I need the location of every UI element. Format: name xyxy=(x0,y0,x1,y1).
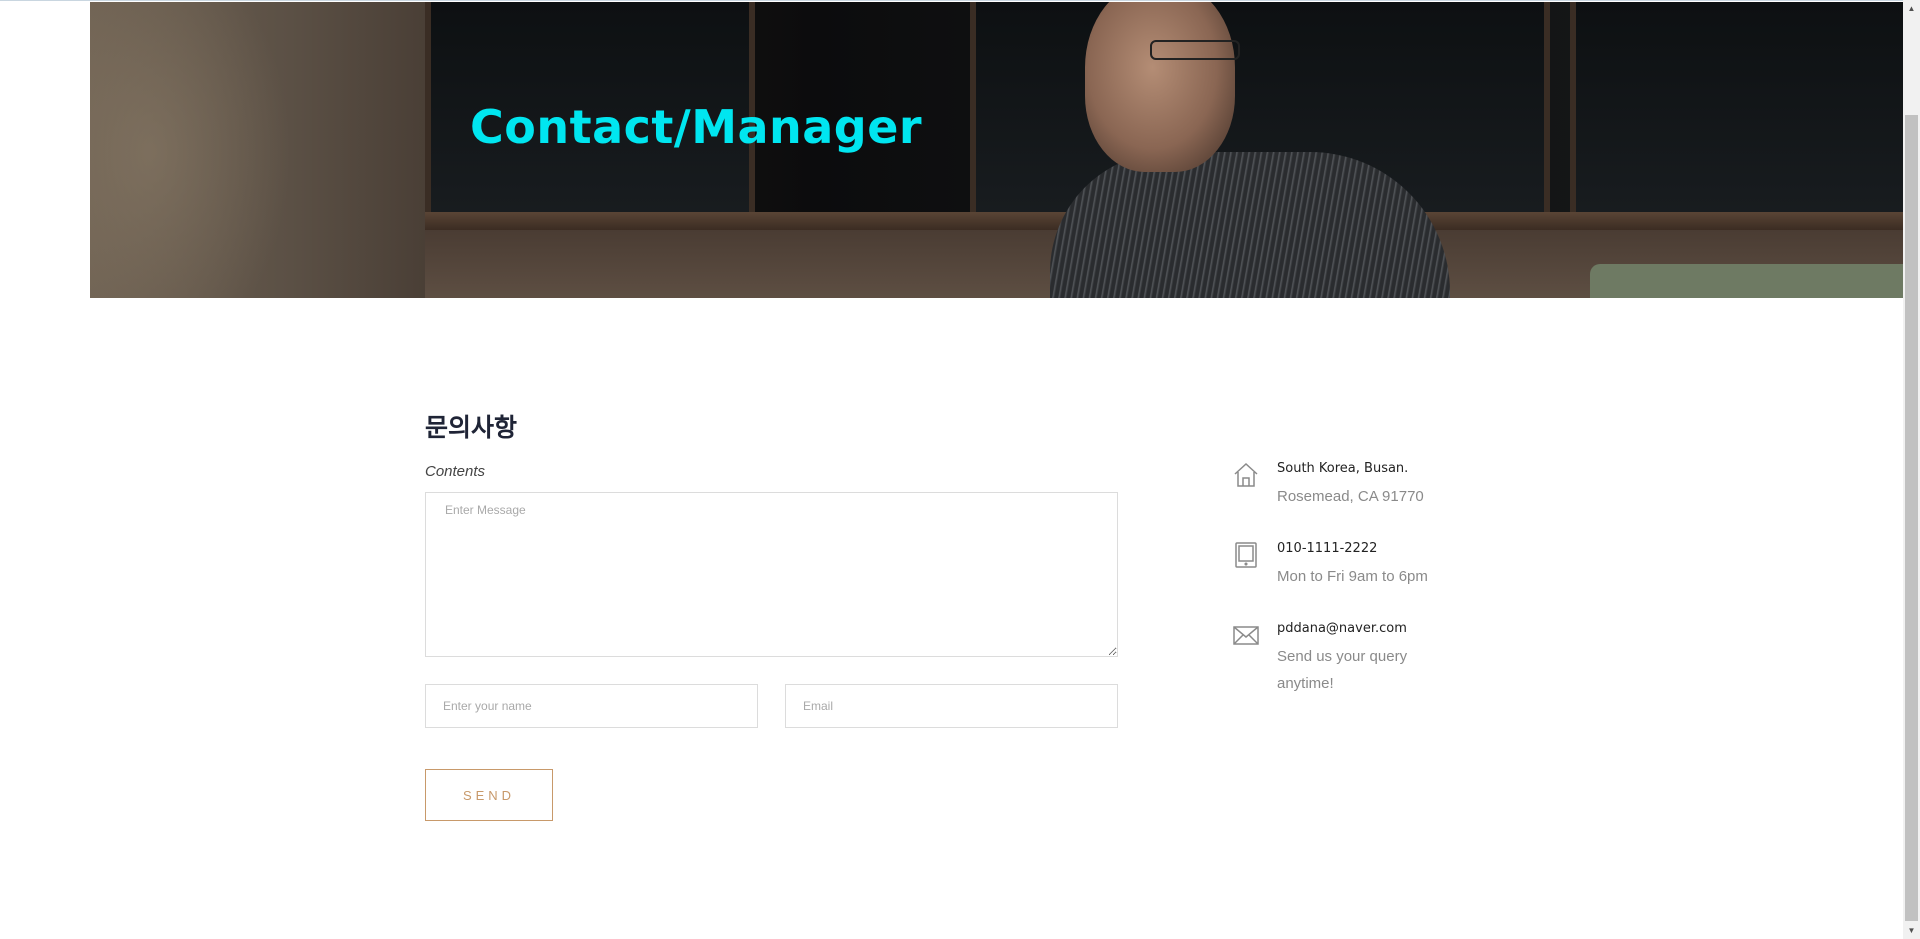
hero-banner xyxy=(90,2,1903,298)
send-button[interactable]: SEND xyxy=(425,769,553,821)
email-icon xyxy=(1232,621,1260,649)
home-icon xyxy=(1232,461,1260,489)
vertical-scrollbar[interactable]: ▲ ▼ xyxy=(1903,0,1920,939)
scroll-down-icon[interactable]: ▼ xyxy=(1903,922,1920,939)
address-title: South Korea, Busan. xyxy=(1277,461,1409,476)
scroll-up-icon[interactable]: ▲ xyxy=(1903,0,1920,17)
address-subtitle: Rosemead, CA 91770 xyxy=(1277,488,1424,505)
name-input[interactable] xyxy=(425,684,758,728)
email-input[interactable] xyxy=(785,684,1118,728)
hero-person-head xyxy=(1085,2,1235,172)
hero-sofa xyxy=(1590,264,1903,298)
contents-label: Contents xyxy=(425,463,486,480)
scroll-thumb[interactable] xyxy=(1905,115,1918,921)
hero-window-right xyxy=(1570,2,1903,218)
message-textarea[interactable] xyxy=(425,492,1118,657)
tablet-icon xyxy=(1232,541,1260,569)
inquiry-heading: 문의사항 xyxy=(425,414,518,442)
email-title: pddana@naver.com xyxy=(1277,621,1407,636)
top-border-line xyxy=(0,0,1903,1)
email-subtitle: Send us your query anytime! xyxy=(1277,648,1408,692)
phone-subtitle: Mon to Fri 9am to 6pm xyxy=(1277,568,1428,585)
hero-wall xyxy=(90,2,425,298)
phone-title: 010-1111-2222 xyxy=(1277,541,1378,556)
page-title: Contact/Manager xyxy=(470,100,923,154)
hero-person-glasses xyxy=(1150,40,1240,60)
